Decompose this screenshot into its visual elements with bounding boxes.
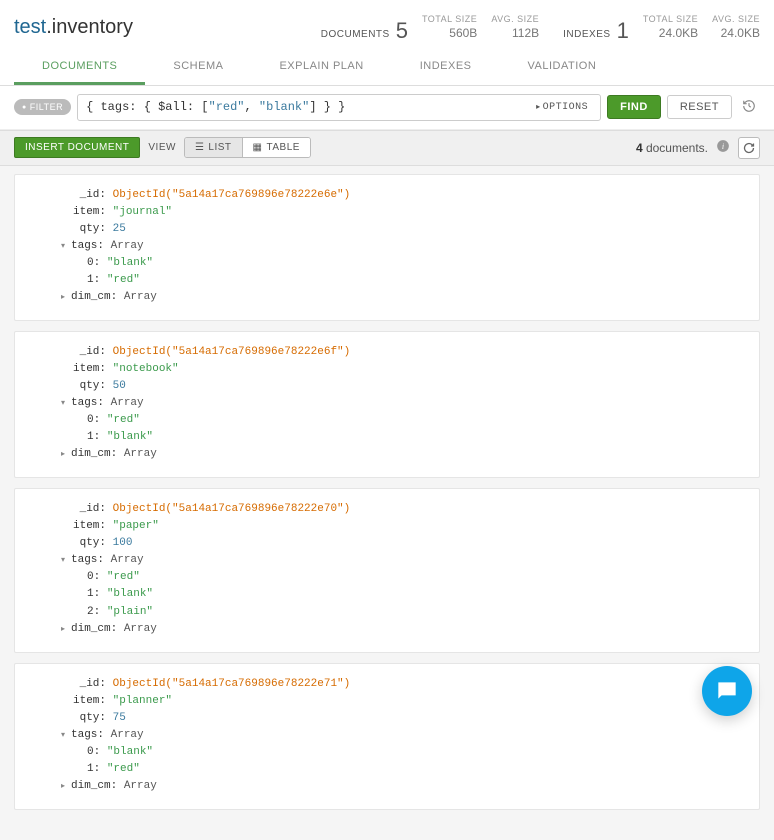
doc-field: 1: "red" (73, 761, 745, 778)
caret-right-icon[interactable]: ▸ (61, 781, 71, 793)
stat-idx-avg-size-value: 24.0KB (712, 25, 760, 42)
tab-explain-plan[interactable]: EXPLAIN PLAN (251, 50, 391, 85)
stat-avg-size-value: 112B (491, 25, 539, 42)
caret-down-icon[interactable]: ▾ (61, 730, 71, 742)
doc-field: ▾tags: Array (73, 727, 745, 744)
tab-indexes[interactable]: INDEXES (392, 50, 500, 85)
stat-idx-total-size-label: TOTAL SIZE (643, 14, 698, 25)
doc-field: _id: ObjectId("5a14a17ca769896e78222e71"… (73, 676, 745, 693)
doc-field: _id: ObjectId("5a14a17ca769896e78222e70"… (73, 501, 745, 518)
header: test.inventory DOCUMENTS 5 TOTAL SIZE 56… (0, 0, 774, 50)
tab-schema[interactable]: SCHEMA (145, 50, 251, 85)
doc-field: qty: 25 (73, 221, 745, 238)
stat-indexes-label: INDEXES (563, 29, 610, 42)
namespace-collection: .inventory (46, 16, 133, 38)
doc-field: ▸dim_cm: Array (73, 778, 745, 795)
toolbar: INSERT DOCUMENT VIEW ☰ LIST ▦ TABLE 4 do… (0, 130, 774, 166)
doc-field: 0: "red" (73, 569, 745, 586)
caret-right-icon[interactable]: ▸ (61, 449, 71, 461)
document-card[interactable]: _id: ObjectId("5a14a17ca769896e78222e70"… (14, 488, 760, 652)
documents-list: _id: ObjectId("5a14a17ca769896e78222e6e"… (0, 166, 774, 840)
stat-idx-total-size-value: 24.0KB (643, 25, 698, 42)
doc-field: qty: 100 (73, 535, 745, 552)
document-card[interactable]: _id: ObjectId("5a14a17ca769896e78222e71"… (14, 663, 760, 810)
table-icon: ▦ (253, 142, 263, 153)
doc-field: ▸dim_cm: Array (73, 289, 745, 306)
caret-down-icon[interactable]: ▾ (61, 555, 71, 567)
caret-down-icon[interactable]: ▾ (61, 398, 71, 410)
doc-field: 1: "red" (73, 272, 745, 289)
caret-down-icon[interactable]: ▾ (61, 241, 71, 253)
doc-field: qty: 50 (73, 378, 745, 395)
doc-field: ▸dim_cm: Array (73, 446, 745, 463)
collection-stats: DOCUMENTS 5 TOTAL SIZE 560B AVG. SIZE 11… (321, 14, 760, 42)
filter-pill[interactable]: FILTER (14, 99, 71, 115)
doc-field: ▸dim_cm: Array (73, 621, 745, 638)
caret-right-icon[interactable]: ▸ (61, 292, 71, 304)
doc-field: _id: ObjectId("5a14a17ca769896e78222e6e"… (73, 187, 745, 204)
stat-indexes-value: 1 (617, 20, 629, 42)
document-card[interactable]: _id: ObjectId("5a14a17ca769896e78222e6f"… (14, 331, 760, 478)
doc-field: item: "notebook" (73, 361, 745, 378)
stat-avg-size-label: AVG. SIZE (491, 14, 539, 25)
view-label: VIEW (148, 142, 176, 153)
view-table-button[interactable]: ▦ TABLE (242, 138, 310, 157)
list-icon: ☰ (195, 142, 204, 153)
stat-total-size-value: 560B (422, 25, 477, 42)
view-segment: ☰ LIST ▦ TABLE (184, 137, 311, 158)
filter-input[interactable]: { tags: { $all: ["red", "blank"] } } OPT… (77, 94, 601, 121)
doc-field: 0: "blank" (73, 744, 745, 761)
refresh-button[interactable] (738, 137, 760, 159)
document-card[interactable]: _id: ObjectId("5a14a17ca769896e78222e6e"… (14, 174, 760, 321)
doc-field: 1: "blank" (73, 586, 745, 603)
doc-field: item: "journal" (73, 204, 745, 221)
doc-field: _id: ObjectId("5a14a17ca769896e78222e6f"… (73, 344, 745, 361)
chat-fab[interactable] (702, 666, 752, 716)
doc-field: 0: "blank" (73, 255, 745, 272)
tab-documents[interactable]: DOCUMENTS (14, 50, 145, 85)
doc-field: item: "planner" (73, 693, 745, 710)
doc-field: ▾tags: Array (73, 552, 745, 569)
doc-field: 0: "red" (73, 412, 745, 429)
filter-query: { tags: { $all: ["red", "blank"] } } (86, 100, 532, 114)
doc-field: 1: "blank" (73, 429, 745, 446)
doc-field: item: "paper" (73, 518, 745, 535)
view-list-button[interactable]: ☰ LIST (185, 138, 242, 157)
tab-validation[interactable]: VALIDATION (500, 50, 625, 85)
doc-field: ▾tags: Array (73, 238, 745, 255)
info-icon[interactable]: i (716, 139, 730, 156)
doc-field: 2: "plain" (73, 604, 745, 621)
namespace: test.inventory (14, 16, 133, 39)
find-button[interactable]: FIND (607, 95, 661, 119)
doc-field: qty: 75 (73, 710, 745, 727)
options-button[interactable]: OPTIONS (532, 100, 592, 115)
result-count: 4 documents. (636, 141, 708, 155)
insert-document-button[interactable]: INSERT DOCUMENT (14, 137, 140, 158)
stat-idx-avg-size-label: AVG. SIZE (712, 14, 760, 25)
stat-documents-value: 5 (396, 20, 408, 42)
tabs: DOCUMENTS SCHEMA EXPLAIN PLAN INDEXES VA… (0, 50, 774, 86)
caret-right-icon[interactable]: ▸ (61, 624, 71, 636)
stat-total-size-label: TOTAL SIZE (422, 14, 477, 25)
stat-documents-label: DOCUMENTS (321, 29, 390, 42)
history-icon[interactable] (738, 95, 760, 120)
filter-bar: FILTER { tags: { $all: ["red", "blank"] … (0, 86, 774, 130)
doc-field: ▾tags: Array (73, 395, 745, 412)
reset-button[interactable]: RESET (667, 95, 732, 119)
namespace-db: test (14, 16, 46, 38)
